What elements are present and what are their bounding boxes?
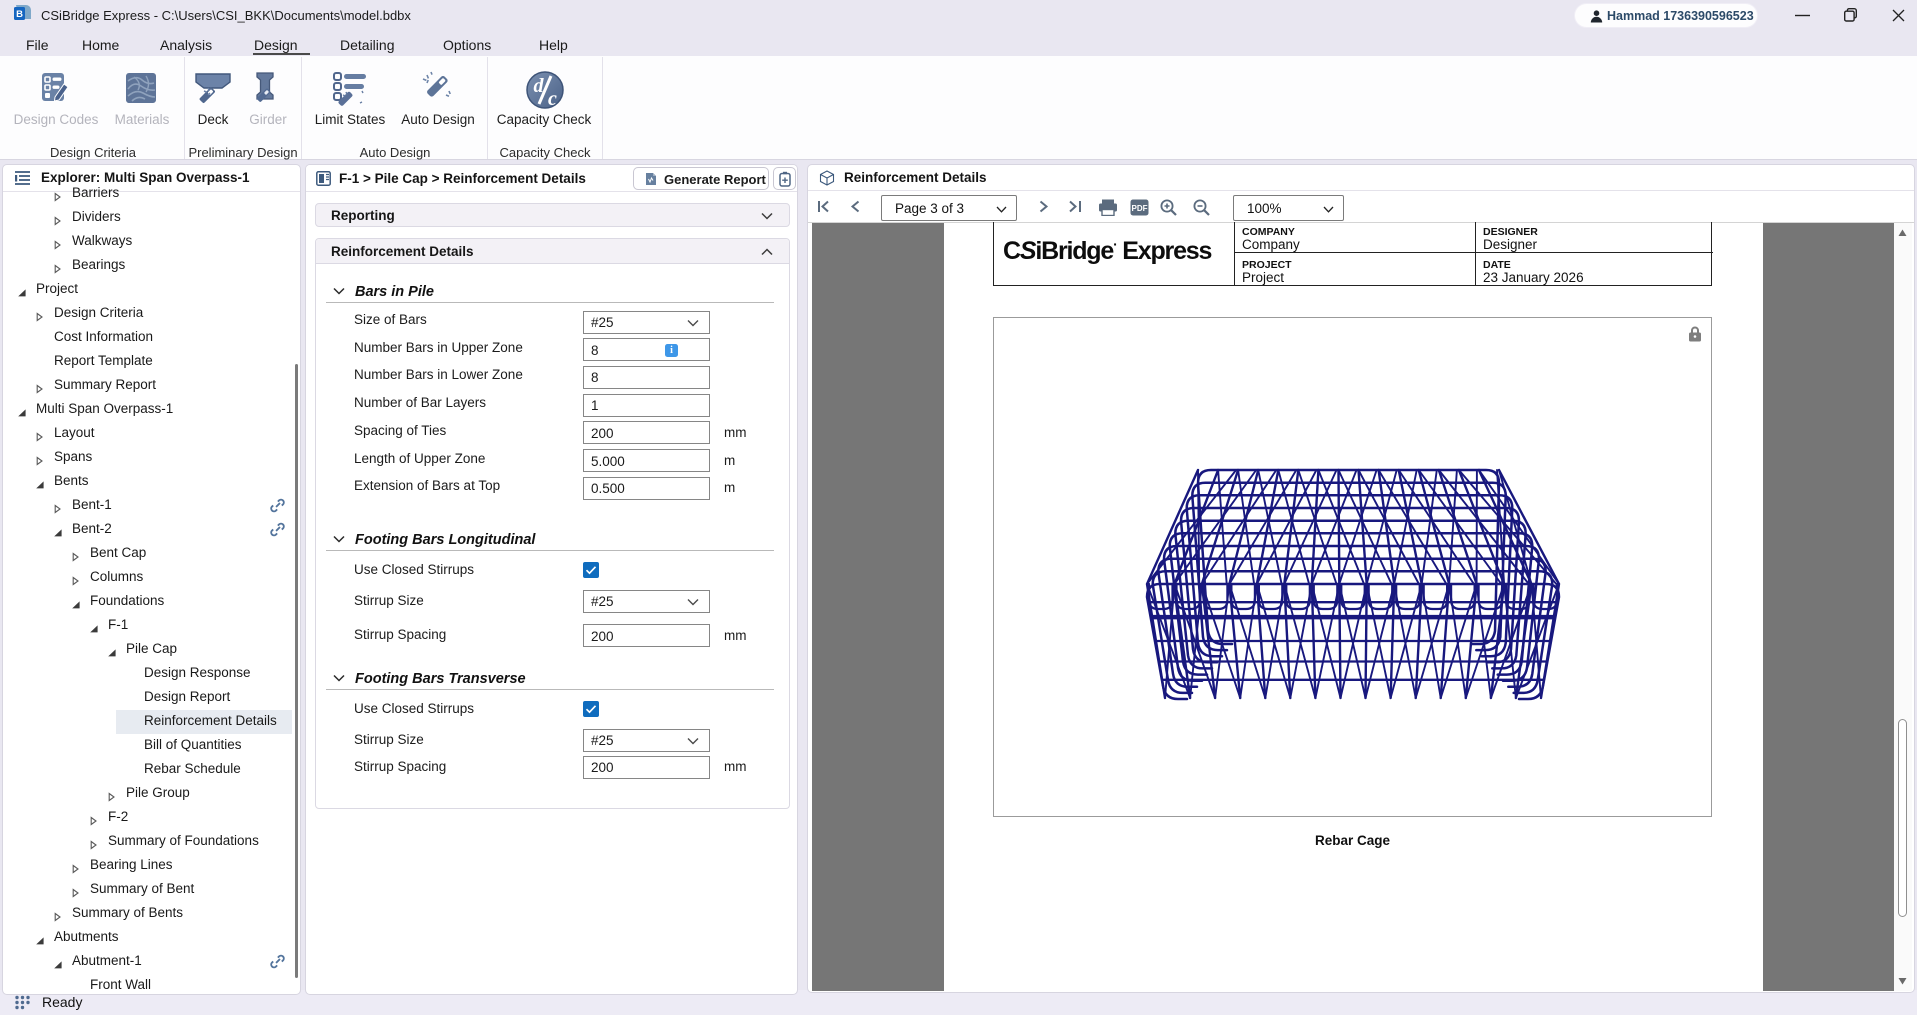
svg-text:c: c (548, 88, 557, 110)
svg-text:PDF: PDF (1132, 204, 1148, 213)
svg-text:B: B (16, 9, 23, 20)
